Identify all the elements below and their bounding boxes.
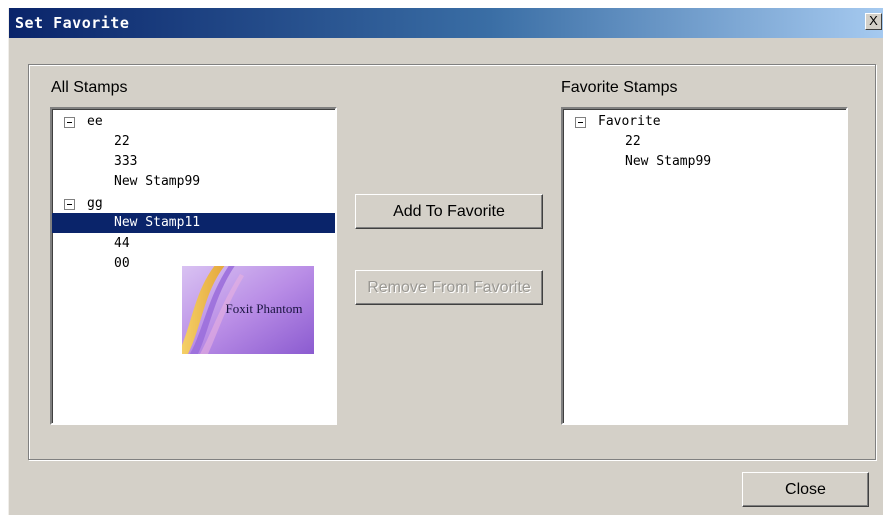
title-bar[interactable]: Set Favorite X (9, 8, 883, 38)
collapse-icon[interactable] (64, 117, 75, 128)
tree-item[interactable]: New Stamp99 (52, 172, 335, 192)
favorite-stamps-tree[interactable]: Favorite 22 New Stamp99 (561, 107, 848, 425)
tree-item-label: 44 (114, 236, 130, 251)
tree-group-ee[interactable]: ee (52, 112, 335, 132)
tree-item-label: ee (87, 114, 103, 129)
tree-item[interactable]: 44 (52, 234, 335, 254)
tree-item-label: Favorite (598, 114, 661, 129)
tree-group-favorite[interactable]: Favorite (563, 112, 846, 132)
window-title: Set Favorite (15, 14, 130, 32)
tree-item-label: 00 (114, 256, 130, 271)
stamp-preview-image: Foxit Phantom (182, 266, 314, 354)
all-stamps-label: All Stamps (51, 79, 128, 96)
favorite-stamps-label: Favorite Stamps (561, 79, 678, 96)
tree-item-label: New Stamp11 (114, 215, 201, 230)
tree-item[interactable]: 333 (52, 152, 335, 172)
tree-item-selected[interactable]: New Stamp11 (52, 213, 335, 233)
add-to-favorite-button[interactable]: Add To Favorite (355, 194, 543, 229)
all-stamps-tree[interactable]: ee 22 333 New Stamp99 gg New Stamp11 44 … (50, 107, 337, 425)
close-button[interactable]: Close (742, 472, 869, 507)
tree-group-gg[interactable]: gg (52, 194, 335, 214)
tree-item-label: gg (87, 196, 103, 211)
tree-item-label: 333 (114, 154, 138, 169)
tree-item-label: New Stamp99 (625, 154, 712, 169)
tree-item[interactable]: New Stamp99 (563, 152, 846, 172)
tree-item-label: New Stamp99 (114, 174, 201, 189)
close-icon[interactable]: X (865, 13, 882, 30)
tree-item-label: 22 (625, 134, 641, 149)
tree-item[interactable]: 22 (563, 132, 846, 152)
set-favorite-dialog: Set Favorite X All Stamps Favorite Stamp… (8, 8, 883, 515)
tree-item[interactable]: 22 (52, 132, 335, 152)
collapse-icon[interactable] (575, 117, 586, 128)
preview-text: Foxit Phantom (226, 301, 303, 316)
collapse-icon[interactable] (64, 199, 75, 210)
remove-from-favorite-button[interactable]: Remove From Favorite (355, 270, 543, 305)
tree-item-label: 22 (114, 134, 130, 149)
